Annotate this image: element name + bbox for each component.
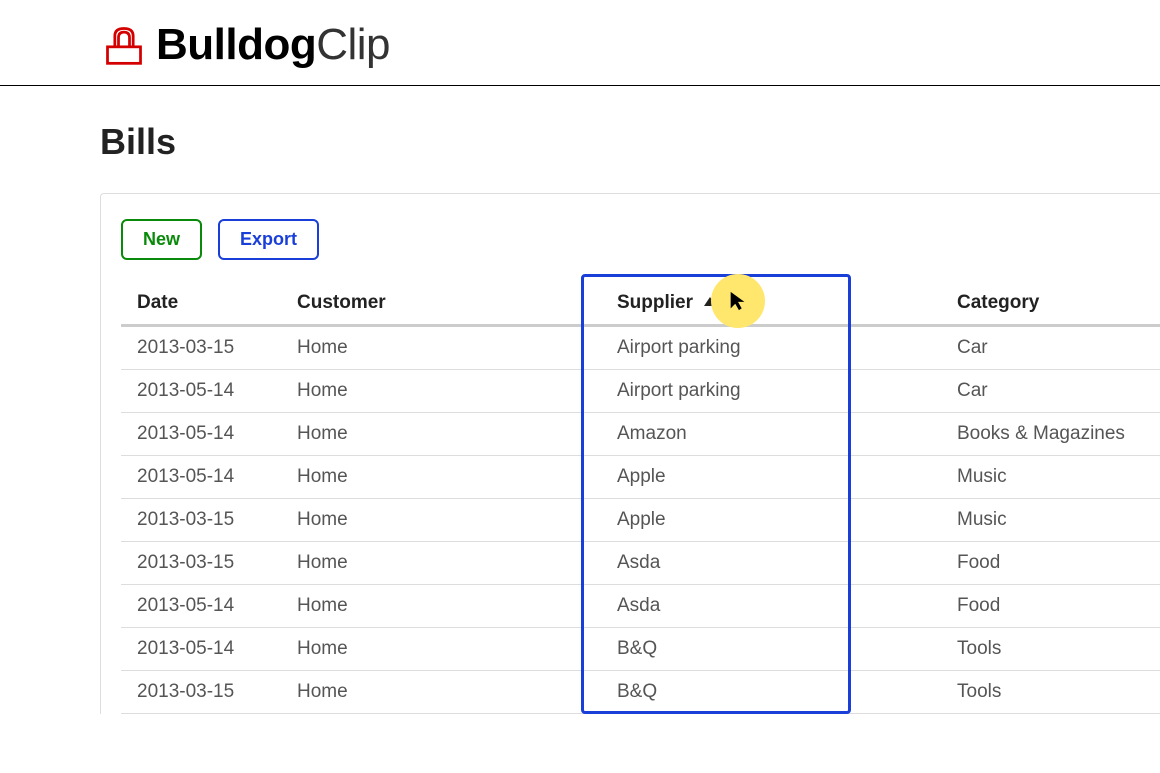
column-header-customer-label: Customer [297,292,386,313]
page-title: Bills [100,121,1110,163]
cell-category: Car [941,326,1160,370]
table-row[interactable]: 2013-05-14HomeAppleMusic [121,456,1160,499]
table-row[interactable]: 2013-03-15HomeAppleMusic [121,499,1160,542]
cell-supplier: Amazon [601,413,941,456]
cell-category: Books & Magazines [941,413,1160,456]
column-header-category[interactable]: Category [941,280,1160,326]
logo-light: Clip [316,20,390,69]
column-header-date[interactable]: Date [121,280,281,326]
cell-supplier: B&Q [601,628,941,671]
table-container: Date Customer Supplier Category 2013-03-… [121,280,1160,714]
table-row[interactable]: 2013-05-14HomeAirport parkingCar [121,370,1160,413]
cell-date: 2013-03-15 [121,326,281,370]
table-row[interactable]: 2013-05-14HomeAmazonBooks & Magazines [121,413,1160,456]
cell-category: Tools [941,671,1160,714]
cell-category: Food [941,585,1160,628]
export-button[interactable]: Export [218,219,319,260]
table-row[interactable]: 2013-03-15HomeAsdaFood [121,542,1160,585]
cell-customer: Home [281,671,601,714]
toolbar: New Export [121,219,1160,260]
cell-customer: Home [281,326,601,370]
table-row[interactable]: 2013-05-14HomeAsdaFood [121,585,1160,628]
cell-category: Food [941,542,1160,585]
cell-category: Tools [941,628,1160,671]
bills-table: Date Customer Supplier Category 2013-03-… [121,280,1160,714]
cell-supplier: Asda [601,585,941,628]
cell-supplier: B&Q [601,671,941,714]
cell-supplier: Airport parking [601,370,941,413]
column-header-supplier[interactable]: Supplier [601,280,941,326]
table-row[interactable]: 2013-03-15HomeB&QTools [121,671,1160,714]
cell-date: 2013-05-14 [121,628,281,671]
cell-supplier: Asda [601,542,941,585]
cell-date: 2013-05-14 [121,370,281,413]
cell-date: 2013-03-15 [121,499,281,542]
cell-customer: Home [281,413,601,456]
table-row[interactable]: 2013-03-15HomeAirport parkingCar [121,326,1160,370]
column-header-supplier-label: Supplier [617,292,693,313]
cell-customer: Home [281,542,601,585]
cell-date: 2013-05-14 [121,413,281,456]
cell-supplier: Apple [601,499,941,542]
cell-date: 2013-05-14 [121,585,281,628]
cell-date: 2013-05-14 [121,456,281,499]
table-row[interactable]: 2013-05-14HomeB&QTools [121,628,1160,671]
cell-category: Music [941,456,1160,499]
cell-customer: Home [281,585,601,628]
column-header-category-label: Category [957,292,1039,313]
cell-supplier: Airport parking [601,326,941,370]
bulldog-clip-logo-icon [100,21,148,69]
column-header-customer[interactable]: Customer [281,280,601,326]
cell-supplier: Apple [601,456,941,499]
cell-category: Music [941,499,1160,542]
sort-asc-icon [702,292,718,314]
column-header-date-label: Date [137,292,178,313]
logo-bold: Bulldog [156,20,316,69]
cell-customer: Home [281,370,601,413]
cell-customer: Home [281,456,601,499]
bills-card: New Export Date Customer Supplier Catego… [100,193,1160,714]
app-logo-text: BulldogClip [156,20,390,70]
new-button[interactable]: New [121,219,202,260]
cell-date: 2013-03-15 [121,671,281,714]
app-header: BulldogClip [0,0,1160,86]
cell-category: Car [941,370,1160,413]
cell-customer: Home [281,499,601,542]
cell-customer: Home [281,628,601,671]
cell-date: 2013-03-15 [121,542,281,585]
